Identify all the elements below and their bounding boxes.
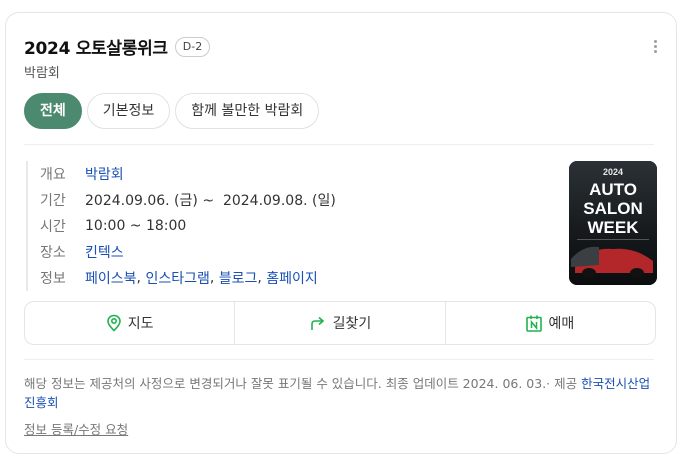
- tab-basic-info[interactable]: 기본정보: [86, 93, 171, 129]
- booking-button[interactable]: 예매: [444, 302, 655, 344]
- report-edit-link[interactable]: 정보 등록/수정 요청: [24, 419, 128, 438]
- link-facebook[interactable]: 페이스북: [85, 268, 137, 288]
- info-list: 개요 박람회 기간 2024.09.06. (금) ~ 2024.09.08. …: [26, 161, 336, 291]
- links-label: 정보: [40, 271, 66, 287]
- tab-all[interactable]: 전체: [24, 93, 82, 129]
- time-value: 10:00 ~ 18:00: [85, 218, 187, 234]
- link-homepage[interactable]: 홈페이지: [266, 268, 318, 288]
- event-category: 박람회: [24, 66, 60, 81]
- poster-line2: SALON: [583, 199, 643, 218]
- place-label: 장소: [40, 245, 66, 261]
- poster-line3: WEEK: [588, 218, 640, 237]
- map-button[interactable]: 지도: [25, 302, 234, 344]
- map-label: 지도: [127, 316, 154, 332]
- directions-button[interactable]: 길찾기: [234, 302, 444, 344]
- event-title[interactable]: 2024 오토살롱위크: [24, 34, 168, 59]
- more-options-icon[interactable]: [654, 40, 658, 56]
- period-label: 기간: [40, 193, 66, 209]
- tab-related-expos[interactable]: 함께 볼만한 박람회: [175, 93, 320, 129]
- calendar-n-icon: [526, 315, 543, 332]
- directions-label: 길찾기: [332, 316, 372, 332]
- notice-text: 해당 정보는 제공처의 사정으로 변경되거나 잘못 표기될 수 있습니다. 최종…: [24, 376, 578, 391]
- booking-label: 예매: [548, 316, 575, 332]
- turn-arrow-icon: [310, 316, 324, 330]
- link-instagram[interactable]: 인스타그램: [145, 268, 209, 288]
- link-separator: ,: [209, 270, 219, 286]
- update-notice: 해당 정보는 제공처의 사정으로 변경되거나 잘못 표기될 수 있습니다. 최종…: [24, 374, 654, 412]
- info-row-period: 기간 2024.09.06. (금) ~ 2024.09.08. (일): [40, 187, 336, 213]
- link-blog[interactable]: 블로그: [219, 268, 258, 288]
- period-value: 2024.09.06. (금) ~ 2024.09.08. (일): [85, 193, 336, 209]
- event-poster-image[interactable]: 2024 AUTO SALON WEEK: [569, 161, 657, 285]
- poster-year: 2024: [603, 167, 623, 177]
- time-label: 시간: [40, 219, 66, 235]
- poster-line1: AUTO: [589, 180, 637, 199]
- tab-bar: 전체 기본정보 함께 볼만한 박람회: [24, 93, 324, 129]
- info-row-place: 장소 킨텍스: [40, 239, 336, 265]
- info-row-time: 시간 10:00 ~ 18:00: [40, 213, 336, 239]
- overview-label: 개요: [40, 167, 66, 183]
- info-row-overview: 개요 박람회: [40, 161, 336, 187]
- overview-value[interactable]: 박람회: [85, 164, 124, 184]
- title-row: 2024 오토살롱위크 D-2: [24, 34, 211, 59]
- divider: [24, 359, 654, 360]
- divider: [24, 144, 654, 145]
- link-separator: ,: [257, 270, 267, 286]
- place-value[interactable]: 킨텍스: [85, 242, 124, 262]
- action-bar: 지도 길찾기 예매: [24, 301, 656, 345]
- map-pin-icon: [106, 314, 121, 332]
- event-card: 2024 오토살롱위크 D-2 박람회 전체 기본정보 함께 볼만한 박람회 개…: [5, 12, 677, 454]
- dday-badge: D-2: [174, 36, 211, 57]
- link-separator: ,: [136, 270, 146, 286]
- info-row-links: 정보 페이스북, 인스타그램, 블로그, 홈페이지: [40, 265, 336, 291]
